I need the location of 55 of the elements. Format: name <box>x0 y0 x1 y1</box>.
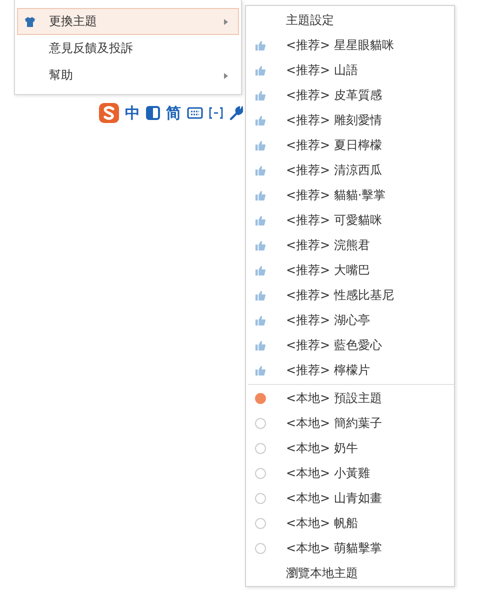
radio-button[interactable] <box>255 543 266 554</box>
radio-button[interactable] <box>255 393 266 404</box>
menu-item[interactable]: 瀏覽本地主題 <box>286 565 358 582</box>
toolbar-button[interactable]: 简 <box>166 104 181 122</box>
theme-option[interactable]: <推荐> 夏日檸檬 <box>286 137 382 154</box>
theme-option[interactable]: <推荐> 性感比基尼 <box>286 287 394 304</box>
thumbs-up-icon <box>255 40 266 51</box>
radio-button[interactable] <box>255 443 266 454</box>
thumbs-up-icon <box>255 340 266 351</box>
theme-option[interactable]: <本地> 預設主題 <box>286 390 382 407</box>
theme-option[interactable]: <推荐> 皮革質感 <box>286 87 382 104</box>
theme-option[interactable]: <推荐> 星星眼貓咪 <box>286 37 394 54</box>
thumbs-up-icon <box>255 165 266 176</box>
theme-option[interactable]: <本地> 萌貓擊掌 <box>286 540 382 557</box>
keyboard-icon[interactable] <box>187 107 203 119</box>
theme-option[interactable]: <本地> 奶牛 <box>286 440 358 457</box>
thumbs-up-icon <box>255 290 266 301</box>
toolbar-button[interactable]: 中 <box>125 104 140 122</box>
thumbs-up-icon <box>255 90 266 101</box>
theme-option[interactable]: <推荐> 浣熊君 <box>286 237 370 254</box>
thumbs-up-icon <box>255 240 266 251</box>
radio-button[interactable] <box>255 468 266 479</box>
theme-option[interactable]: <推荐> 雕刻愛情 <box>286 112 382 129</box>
menu-item[interactable]: 更換主題 <box>17 8 239 35</box>
thumbs-up-icon <box>255 315 266 326</box>
theme-option[interactable]: <本地> 簡約葉子 <box>286 415 382 432</box>
radio-button[interactable] <box>255 493 266 504</box>
radio-button[interactable] <box>255 518 266 529</box>
half-square-icon[interactable] <box>146 106 160 120</box>
menu-item[interactable]: 主題設定 <box>286 12 334 29</box>
theme-option[interactable]: <推荐> 湖心亭 <box>286 312 370 329</box>
logo-icon[interactable] <box>99 103 119 123</box>
thumbs-up-icon <box>255 265 266 276</box>
theme-option[interactable]: <推荐> 檸檬片 <box>286 362 370 379</box>
menu-item[interactable]: 意見反饋及投訴 <box>17 35 239 62</box>
theme-option[interactable]: <本地> 小黃雞 <box>286 465 370 482</box>
theme-option[interactable]: <推荐> 藍色愛心 <box>286 337 382 354</box>
theme-option[interactable]: <本地> 山青如畫 <box>286 490 382 507</box>
thumbs-up-icon <box>255 365 266 376</box>
menu-item[interactable]: 幫助 <box>17 62 239 89</box>
thumbs-up-icon <box>255 190 266 201</box>
thumbs-up-icon <box>255 115 266 126</box>
thumbs-up-icon <box>255 140 266 151</box>
theme-option[interactable]: <推荐> 大嘴巴 <box>286 262 370 279</box>
shirt-icon <box>24 16 36 28</box>
radio-button[interactable] <box>255 418 266 429</box>
thumbs-up-icon <box>255 215 266 226</box>
wrench-icon[interactable] <box>229 106 243 120</box>
bracket-icon[interactable] <box>209 107 223 119</box>
theme-option[interactable]: <推荐> 山語 <box>286 62 358 79</box>
theme-option[interactable]: <推荐> 可愛貓咪 <box>286 212 382 229</box>
theme-option[interactable]: <推荐> 貓貓·擊掌 <box>286 187 386 204</box>
theme-option[interactable]: <本地> 帆船 <box>286 515 358 532</box>
thumbs-up-icon <box>255 65 266 76</box>
theme-option[interactable]: <推荐> 清涼西瓜 <box>286 162 382 179</box>
